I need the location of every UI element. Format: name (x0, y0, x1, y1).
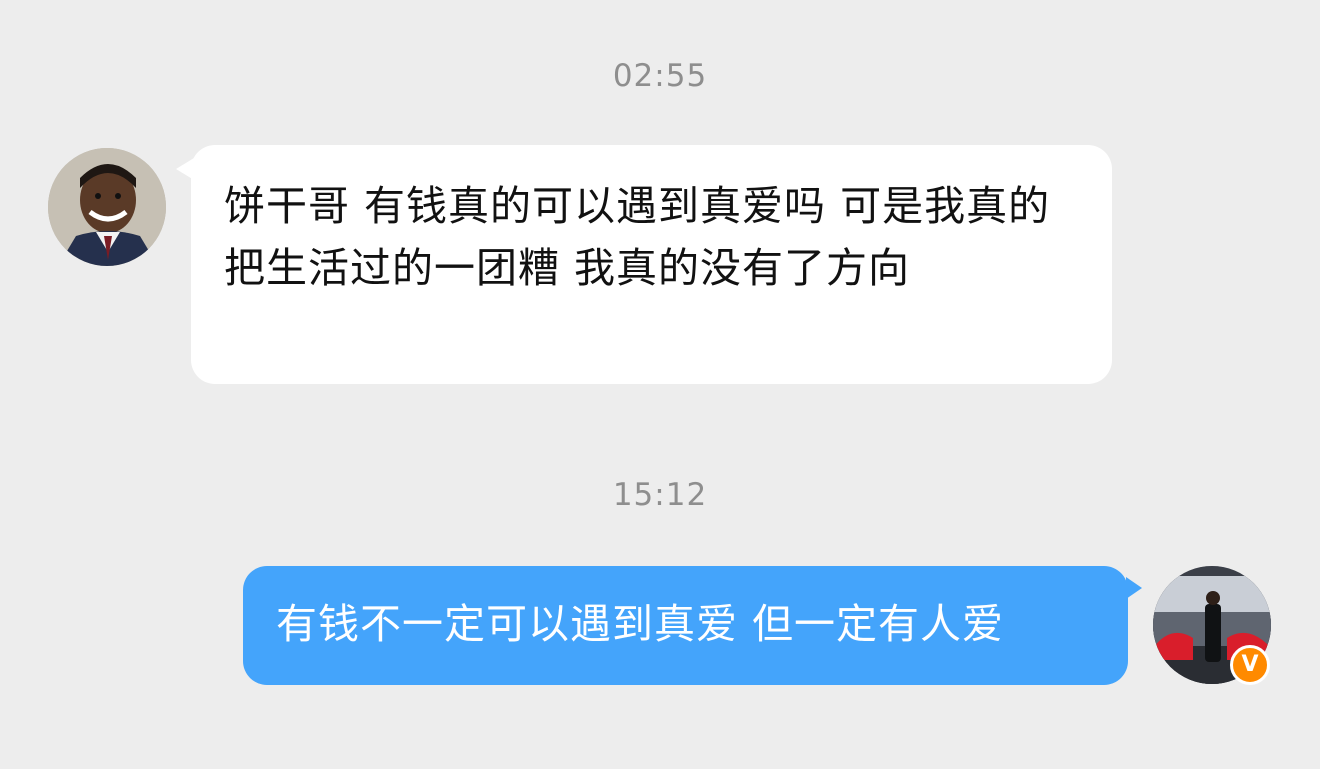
verified-badge-icon: V (1230, 645, 1270, 685)
outgoing-message-text: 有钱不一定可以遇到真爱 但一定有人爱 (276, 600, 1005, 648)
incoming-message-bubble[interactable]: 饼干哥 有钱真的可以遇到真爱吗 可是我真的把生活过的一团糟 我真的没有了方向 (191, 145, 1112, 384)
contact-avatar[interactable] (48, 148, 166, 266)
message-timestamp: 15:12 (612, 477, 708, 513)
message-timestamp: 02:55 (612, 58, 708, 94)
child-portrait-icon (48, 148, 166, 266)
incoming-message-text: 饼干哥 有钱真的可以遇到真爱吗 可是我真的把生活过的一团糟 我真的没有了方向 (224, 182, 1051, 292)
outgoing-message-bubble[interactable]: 有钱不一定可以遇到真爱 但一定有人爱 (243, 566, 1128, 685)
outgoing-bubble-tail (1126, 577, 1142, 599)
